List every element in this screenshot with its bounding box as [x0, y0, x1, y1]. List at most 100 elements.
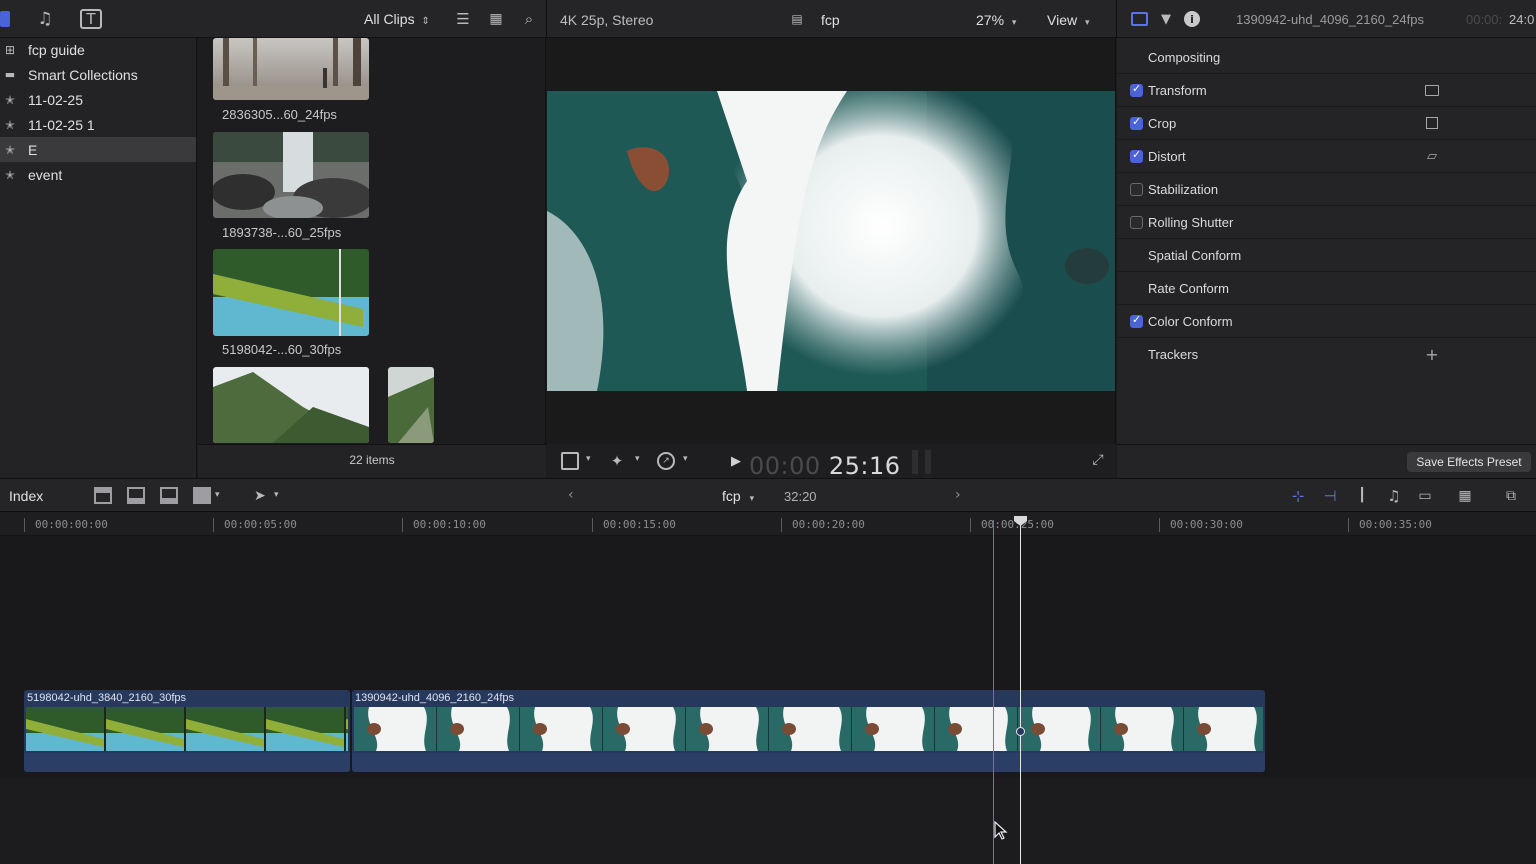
chevron-down-icon[interactable]: ▾: [274, 490, 279, 500]
clip-thumbnail[interactable]: [213, 38, 369, 100]
distort-checkbox[interactable]: [1130, 148, 1143, 163]
play-icon[interactable]: ▶: [731, 454, 741, 469]
ruler-label: 00:00:35:00: [1359, 518, 1432, 531]
stabilization-checkbox[interactable]: [1130, 182, 1143, 196]
transform-checkbox[interactable]: [1130, 82, 1143, 97]
timeline-project-popup[interactable]: fcp ▾: [722, 488, 754, 504]
inspector-row-color-conform[interactable]: Color Conform: [1117, 305, 1536, 338]
snapping-icon[interactable]: ⊣: [1320, 487, 1340, 505]
chevron-down-icon[interactable]: ▾: [683, 454, 688, 464]
headphones-icon[interactable]: ♫: [1384, 487, 1404, 505]
sidebar-item-smart-collections[interactable]: ▬ Smart Collections: [0, 62, 196, 87]
timeline-clip[interactable]: 1390942-uhd_4096_2160_24fps: [352, 690, 1265, 772]
view-popup[interactable]: View ▾: [1047, 12, 1090, 28]
titles-generators-icon[interactable]: T: [80, 9, 102, 29]
inspector-row-spatial-conform[interactable]: Spatial Conform: [1117, 239, 1536, 272]
clip-thumbnail-image: [213, 249, 369, 336]
transform-tool-icon[interactable]: [561, 452, 579, 470]
clips-filter-popup[interactable]: All Clips ⇕: [364, 11, 430, 27]
library-sidebar: ⊞ fcp guide ▬ Smart Collections ✭ 11-02-…: [0, 38, 197, 478]
viewer-frame[interactable]: [547, 91, 1115, 391]
inspector-timecode: 24:0: [1509, 12, 1535, 27]
distort-icon[interactable]: ▱: [1423, 149, 1441, 164]
chevron-down-icon[interactable]: ▾: [215, 490, 220, 500]
skimming-icon[interactable]: ⊹: [1288, 487, 1308, 505]
clip-thumbnail[interactable]: [213, 367, 369, 443]
effects-browser-icon[interactable]: ▦: [1455, 487, 1475, 504]
forward-arrow-icon[interactable]: ›: [955, 487, 961, 503]
event-star-icon: ✭: [4, 92, 16, 107]
clapper-icon: ▤: [791, 12, 803, 26]
clip-thumbnail[interactable]: [388, 367, 434, 443]
filmstrip-view-icon[interactable]: ▦: [488, 11, 504, 27]
sidebar-item-library[interactable]: ⊞ fcp guide: [0, 37, 196, 62]
inspector-row-distort[interactable]: Distort ▱: [1117, 140, 1536, 173]
connect-clip-icon[interactable]: [94, 487, 112, 504]
clip-thumbnail[interactable]: [213, 249, 369, 336]
chevron-down-icon[interactable]: ▾: [586, 454, 591, 464]
skimmer-line: [993, 520, 994, 864]
audio-skimming-icon[interactable]: ┃: [1352, 487, 1372, 504]
sidebar-item-event-selected[interactable]: ✭ E: [0, 137, 196, 162]
transitions-browser-icon[interactable]: ⧉: [1501, 487, 1521, 504]
chevron-down-icon: ▾: [749, 494, 755, 504]
top-toolbar: ♫ T All Clips ⇕ ☰ ▦ ⌕ 4K 25p, Stereo ▤ f…: [0, 0, 1536, 38]
clip-thumbnail[interactable]: [213, 132, 369, 218]
inspector-row-transform[interactable]: Transform: [1117, 74, 1536, 107]
playhead-keyframe-dot: [1016, 727, 1025, 736]
back-arrow-icon[interactable]: ‹: [568, 487, 574, 503]
inspector-row-crop[interactable]: Crop: [1117, 107, 1536, 140]
rolling-shutter-checkbox[interactable]: [1130, 215, 1143, 229]
clip-browser: 2836305...60_24fps 1893738-...60_25fps 5…: [198, 38, 546, 478]
magic-wand-icon[interactable]: ✦: [608, 452, 626, 470]
index-button[interactable]: Index: [9, 488, 43, 504]
playhead-handle[interactable]: [1014, 516, 1027, 526]
color-conform-checkbox[interactable]: [1130, 313, 1143, 328]
select-tool-icon[interactable]: ➤: [254, 488, 266, 504]
view-label: View: [1047, 12, 1078, 28]
inspector-row-trackers[interactable]: Trackers +: [1117, 338, 1536, 371]
list-view-icon[interactable]: ☰: [455, 10, 471, 28]
fullscreen-icon[interactable]: ⤢: [1090, 452, 1106, 468]
color-inspector-icon[interactable]: ▼: [1158, 11, 1174, 27]
inspector-row-stabilization[interactable]: Stabilization: [1117, 173, 1536, 206]
append-clip-icon[interactable]: [160, 487, 178, 504]
inspector-row-rate-conform[interactable]: Rate Conform: [1117, 272, 1536, 305]
inspector-section-compositing[interactable]: Compositing: [1117, 41, 1536, 74]
clip-appearance-icon[interactable]: ▭: [1415, 487, 1435, 504]
libraries-icon[interactable]: [0, 11, 10, 27]
sidebar-item-event[interactable]: ✭ event: [0, 162, 196, 187]
sidebar-item-label: 11-02-25: [28, 91, 84, 108]
crop-checkbox[interactable]: [1130, 115, 1143, 130]
search-icon[interactable]: ⌕: [521, 10, 537, 28]
zoom-value: 27%: [976, 12, 1005, 28]
chevron-updown-icon: ⇕: [421, 16, 430, 27]
chevron-down-icon[interactable]: ▾: [635, 454, 640, 464]
chevron-down-icon: ▾: [1084, 18, 1090, 28]
add-icon[interactable]: +: [1423, 345, 1441, 364]
sidebar-item-event[interactable]: ✭ 11-02-25: [0, 87, 196, 112]
ruler-tick: [1348, 518, 1349, 532]
video-inspector-icon[interactable]: [1131, 12, 1148, 26]
ruler-tick: [781, 518, 782, 532]
event-star-icon: ✭: [4, 142, 16, 157]
timeline-clip[interactable]: 5198042-uhd_3840_2160_30fps: [24, 690, 350, 772]
zoom-popup[interactable]: 27% ▾: [976, 12, 1016, 28]
project-duration: 32:20: [784, 489, 817, 504]
crop-icon[interactable]: [1426, 117, 1438, 129]
ruler-label: 00:00:10:00: [413, 518, 486, 531]
inspector-row-rolling-shutter[interactable]: Rolling Shutter: [1117, 206, 1536, 239]
photos-audio-icon[interactable]: ♫: [34, 9, 56, 29]
save-effects-preset-button[interactable]: Save Effects Preset: [1407, 452, 1531, 472]
clip-thumbnail-image: [388, 367, 434, 443]
insert-clip-icon[interactable]: [127, 487, 145, 504]
sidebar-item-event[interactable]: ✭ 11-02-25 1: [0, 112, 196, 137]
viewer-image: [547, 91, 1115, 391]
transform-icon[interactable]: [1425, 84, 1439, 96]
overwrite-clip-icon[interactable]: [193, 487, 211, 504]
playhead[interactable]: [1020, 520, 1021, 864]
clip-name: 5198042-uhd_3840_2160_30fps: [27, 692, 187, 704]
speed-gauge-icon[interactable]: ↗: [657, 452, 675, 470]
info-inspector-icon[interactable]: i: [1184, 11, 1200, 27]
timeline-ruler[interactable]: 00:00:00:00 00:00:05:00 00:00:10:00 00:0…: [0, 512, 1536, 536]
